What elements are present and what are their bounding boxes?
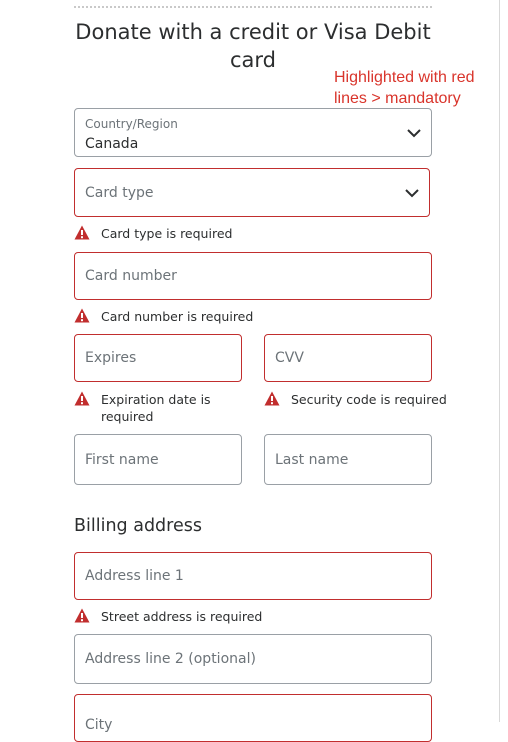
warning-icon (74, 225, 90, 240)
expires-error-text: Expiration date is required (101, 392, 211, 424)
warning-icon (264, 391, 280, 406)
city-input[interactable]: City (74, 694, 432, 742)
card-type-error-text: Card type is required (101, 226, 233, 241)
chevron-down-icon (405, 188, 419, 197)
city-placeholder: City (85, 717, 113, 733)
last-name-placeholder: Last name (275, 451, 349, 468)
first-name-placeholder: First name (85, 451, 159, 468)
card-number-input[interactable]: Card number (74, 252, 432, 300)
card-type-placeholder: Card type (85, 184, 154, 201)
address-line-2-input[interactable]: Address line 2 (optional) (74, 634, 432, 684)
expires-error: Expiration date is required (74, 391, 239, 427)
address-line-1-error-text: Street address is required (101, 609, 263, 624)
card-number-error-text: Card number is required (101, 309, 254, 324)
first-name-input[interactable]: First name (74, 434, 242, 485)
top-divider (74, 6, 432, 8)
warning-icon (74, 308, 90, 323)
card-type-error: Card type is required (74, 225, 434, 243)
expires-placeholder: Expires (85, 350, 137, 366)
page-title: Donate with a credit or Visa Debit card (75, 20, 431, 72)
warning-icon (74, 391, 90, 406)
country-select[interactable]: Country/Region Canada (74, 108, 432, 157)
address-line-1-error: Street address is required (74, 608, 434, 626)
cvv-error-text: Security code is required (291, 392, 447, 407)
card-type-select[interactable]: Card type (74, 168, 430, 217)
country-label: Country/Region (85, 117, 178, 131)
last-name-input[interactable]: Last name (264, 434, 432, 485)
country-value: Canada (85, 136, 139, 152)
warning-icon (74, 608, 90, 623)
expires-input[interactable]: Expires (74, 334, 242, 382)
card-number-placeholder: Card number (85, 268, 177, 284)
billing-address-heading: Billing address (74, 516, 202, 536)
cvv-input[interactable]: CVV (264, 334, 432, 382)
cvv-placeholder: CVV (275, 350, 304, 366)
address-line-1-placeholder: Address line 1 (85, 568, 184, 584)
chevron-down-icon (407, 128, 421, 137)
cvv-error: Security code is required (264, 391, 447, 409)
address-line-2-placeholder: Address line 2 (optional) (85, 651, 256, 667)
address-line-1-input[interactable]: Address line 1 (74, 552, 432, 600)
card-number-error: Card number is required (74, 308, 434, 326)
